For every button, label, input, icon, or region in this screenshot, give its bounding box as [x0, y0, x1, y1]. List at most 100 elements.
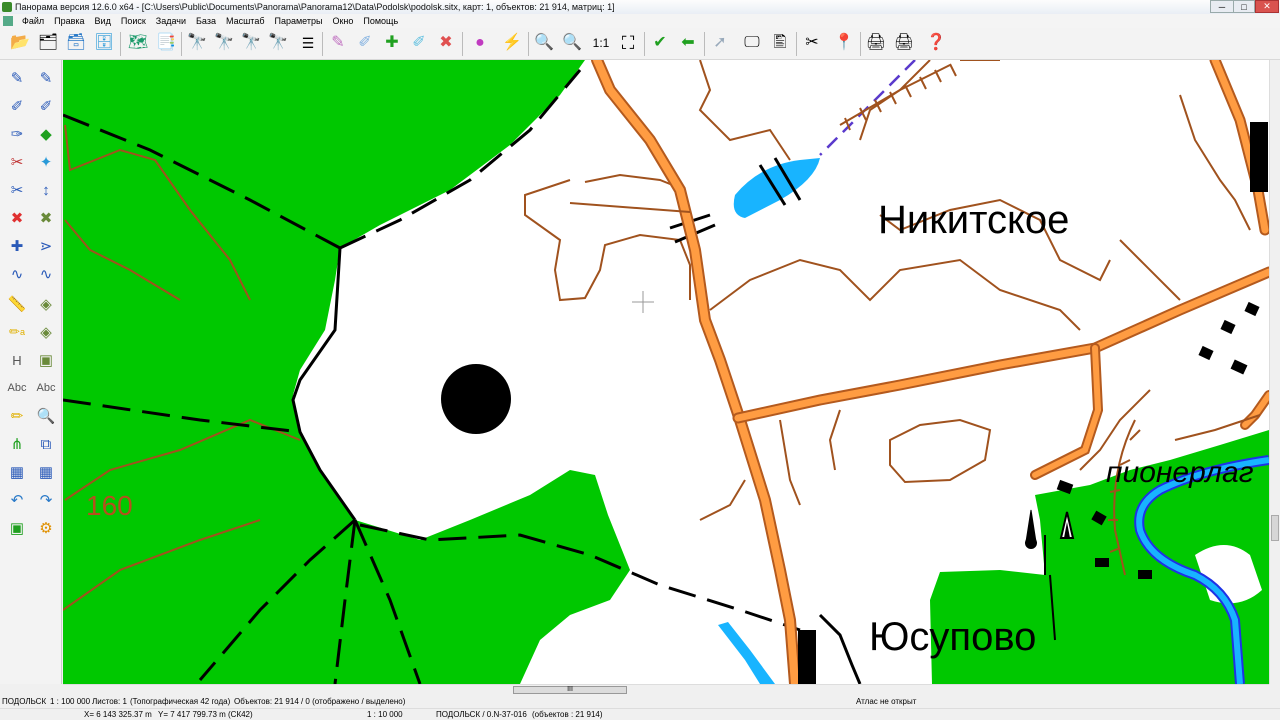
- text-label-icon-letter: a: [19, 327, 25, 337]
- status-bar-top: ПОДОЛЬСК 1 : 100 000 Листов: 1 (Топограф…: [0, 695, 1280, 708]
- edit-tools-icon[interactable]: ✂: [800, 31, 824, 55]
- object-list-icon[interactable]: ☰: [296, 31, 320, 55]
- pointer-icon[interactable]: ➚: [708, 31, 732, 55]
- document-icon: [3, 16, 13, 26]
- status-crs: (СК42): [228, 710, 253, 719]
- height-label-button[interactable]: H: [4, 348, 30, 372]
- tree-icon[interactable]: ⋔: [4, 432, 30, 456]
- clear-selection-icon[interactable]: ✖: [434, 31, 458, 55]
- curve-icon[interactable]: ∿: [33, 262, 59, 286]
- status-sheet-objects: (объектов : 21 914): [532, 710, 603, 719]
- maximize-button[interactable]: □: [1233, 0, 1255, 13]
- measure-area-icon[interactable]: ◈: [33, 292, 59, 316]
- draw-line-icon[interactable]: ✎: [4, 66, 30, 90]
- horizontal-scroll-thumb[interactable]: III: [513, 686, 627, 694]
- remove-selection-icon[interactable]: ✐: [407, 31, 431, 55]
- draw-polyline-icon[interactable]: ✎: [33, 66, 59, 90]
- move-vertex-icon[interactable]: ↕: [33, 178, 59, 202]
- delete-object-icon[interactable]: ✖: [4, 206, 30, 230]
- binoculars-icon[interactable]: 🔭: [185, 31, 209, 55]
- zoom-in-icon[interactable]: 🔍: [560, 31, 584, 55]
- label-object-icon[interactable]: ◈: [33, 320, 59, 344]
- label-pioner: пионерлаг: [1106, 456, 1254, 489]
- map-view[interactable]: Никитское Юсупово пионерлаг 160: [63, 60, 1269, 684]
- menu-view[interactable]: Вид: [90, 16, 116, 26]
- fit-window-icon[interactable]: ⛶: [616, 31, 640, 55]
- ruler-icon[interactable]: 📏: [4, 292, 30, 316]
- select-object-icon[interactable]: ✎: [326, 31, 350, 55]
- map-list-icon[interactable]: 🗃: [64, 31, 88, 55]
- menu-file[interactable]: Файл: [17, 16, 49, 26]
- menu-scale[interactable]: Масштаб: [221, 16, 270, 26]
- menu-search[interactable]: Поиск: [116, 16, 151, 26]
- split-icon[interactable]: ✂: [4, 150, 30, 174]
- cut-icon[interactable]: ✂: [4, 178, 30, 202]
- join-icon[interactable]: ⋗: [33, 234, 59, 258]
- vertical-scrollbar[interactable]: [1269, 60, 1280, 684]
- menu-database[interactable]: База: [191, 16, 221, 26]
- title-bar: Панорама версия 12.6.0 x64 - [C:\Users\P…: [0, 0, 1280, 14]
- menu-parameters[interactable]: Параметры: [269, 16, 327, 26]
- scale-one-to-one-button[interactable]: 1:1: [589, 31, 613, 55]
- menu-help[interactable]: Помощь: [358, 16, 403, 26]
- search-more-icon[interactable]: 🔭: [239, 31, 263, 55]
- status-y-coordinate: Y= 7 417 799.73 m: [158, 710, 226, 719]
- pin-icon[interactable]: 📍: [832, 31, 856, 55]
- select-area-icon[interactable]: ✐: [353, 31, 377, 55]
- add-map-icon[interactable]: 🗂: [36, 31, 60, 55]
- edit-object-icon[interactable]: ✑: [4, 122, 30, 146]
- pencil-icon[interactable]: ✏: [4, 404, 30, 428]
- help-icon[interactable]: ❓: [924, 31, 948, 55]
- legend-icon[interactable]: 📑: [154, 31, 178, 55]
- layers-icon[interactable]: 🗺: [126, 31, 150, 55]
- object-form-icon[interactable]: 🖵: [740, 31, 764, 55]
- text-label-icon[interactable]: ✏ a: [4, 320, 30, 344]
- label-nikitskoe: Никитское: [878, 198, 1070, 242]
- edit-area-icon[interactable]: ◆: [33, 122, 59, 146]
- label-height-160: 160: [86, 490, 133, 521]
- menu-tasks[interactable]: Задачи: [151, 16, 191, 26]
- status-sheets: Листов: 1: [92, 697, 127, 706]
- checkmark-icon[interactable]: ✔: [648, 31, 672, 55]
- status-current-scale: 1 : 10 000: [367, 710, 403, 719]
- smooth-line-icon[interactable]: ∿: [4, 262, 30, 286]
- print-preview-icon[interactable]: 🖨: [892, 31, 916, 55]
- map-canvas[interactable]: [63, 60, 1269, 684]
- signature-icon[interactable]: ▣: [33, 348, 59, 372]
- lightning-icon[interactable]: ⚡: [500, 31, 524, 55]
- transform-icon[interactable]: ✦: [33, 150, 59, 174]
- abc-text-button[interactable]: Abc: [4, 376, 30, 400]
- add-vertex-icon[interactable]: ✚: [4, 234, 30, 258]
- redo-icon[interactable]: ↷: [33, 488, 59, 512]
- table-icon[interactable]: ▦: [4, 460, 30, 484]
- minimize-button[interactable]: ─: [1210, 0, 1234, 13]
- close-button[interactable]: ✕: [1255, 0, 1279, 13]
- search-disabled-icon[interactable]: 🔭: [266, 31, 290, 55]
- open-folder-icon[interactable]: 📂: [8, 31, 32, 55]
- undo-icon[interactable]: ↶: [4, 488, 30, 512]
- database-icon[interactable]: 🗄: [92, 31, 116, 55]
- draw-area-icon[interactable]: ✐: [33, 94, 59, 118]
- vertical-scroll-thumb[interactable]: [1271, 515, 1279, 541]
- locality-dot: [441, 364, 511, 434]
- zoom-object-icon[interactable]: 🔍: [33, 404, 59, 428]
- map-window-icon[interactable]: ▣: [4, 516, 30, 540]
- draw-point-icon[interactable]: ✐: [4, 94, 30, 118]
- search-by-name-icon[interactable]: 🔭: [212, 31, 236, 55]
- delete-vertex-icon[interactable]: ✖: [33, 206, 59, 230]
- abc-curved-text-button[interactable]: Abc: [33, 376, 59, 400]
- zoom-out-icon[interactable]: 🔍: [532, 31, 556, 55]
- back-arrow-icon[interactable]: ⬅: [676, 31, 700, 55]
- settings-gear-icon[interactable]: ⚙: [33, 516, 59, 540]
- object-text-icon[interactable]: 🖺: [768, 31, 792, 55]
- grid-icon[interactable]: ▦: [33, 460, 59, 484]
- palette-icon[interactable]: ●: [468, 31, 492, 55]
- menu-edit[interactable]: Правка: [49, 16, 89, 26]
- add-to-selection-icon[interactable]: ✚: [380, 31, 404, 55]
- copy-object-icon[interactable]: ⧉: [33, 432, 59, 456]
- menu-window[interactable]: Окно: [327, 16, 358, 26]
- status-atlas: Атлас не открыт: [856, 697, 917, 706]
- status-sheet-info: ПОДОЛЬСК / 0.N-37-016: [436, 710, 527, 719]
- horizontal-scrollbar[interactable]: III: [63, 684, 1269, 695]
- print-icon[interactable]: 🖨: [864, 31, 888, 55]
